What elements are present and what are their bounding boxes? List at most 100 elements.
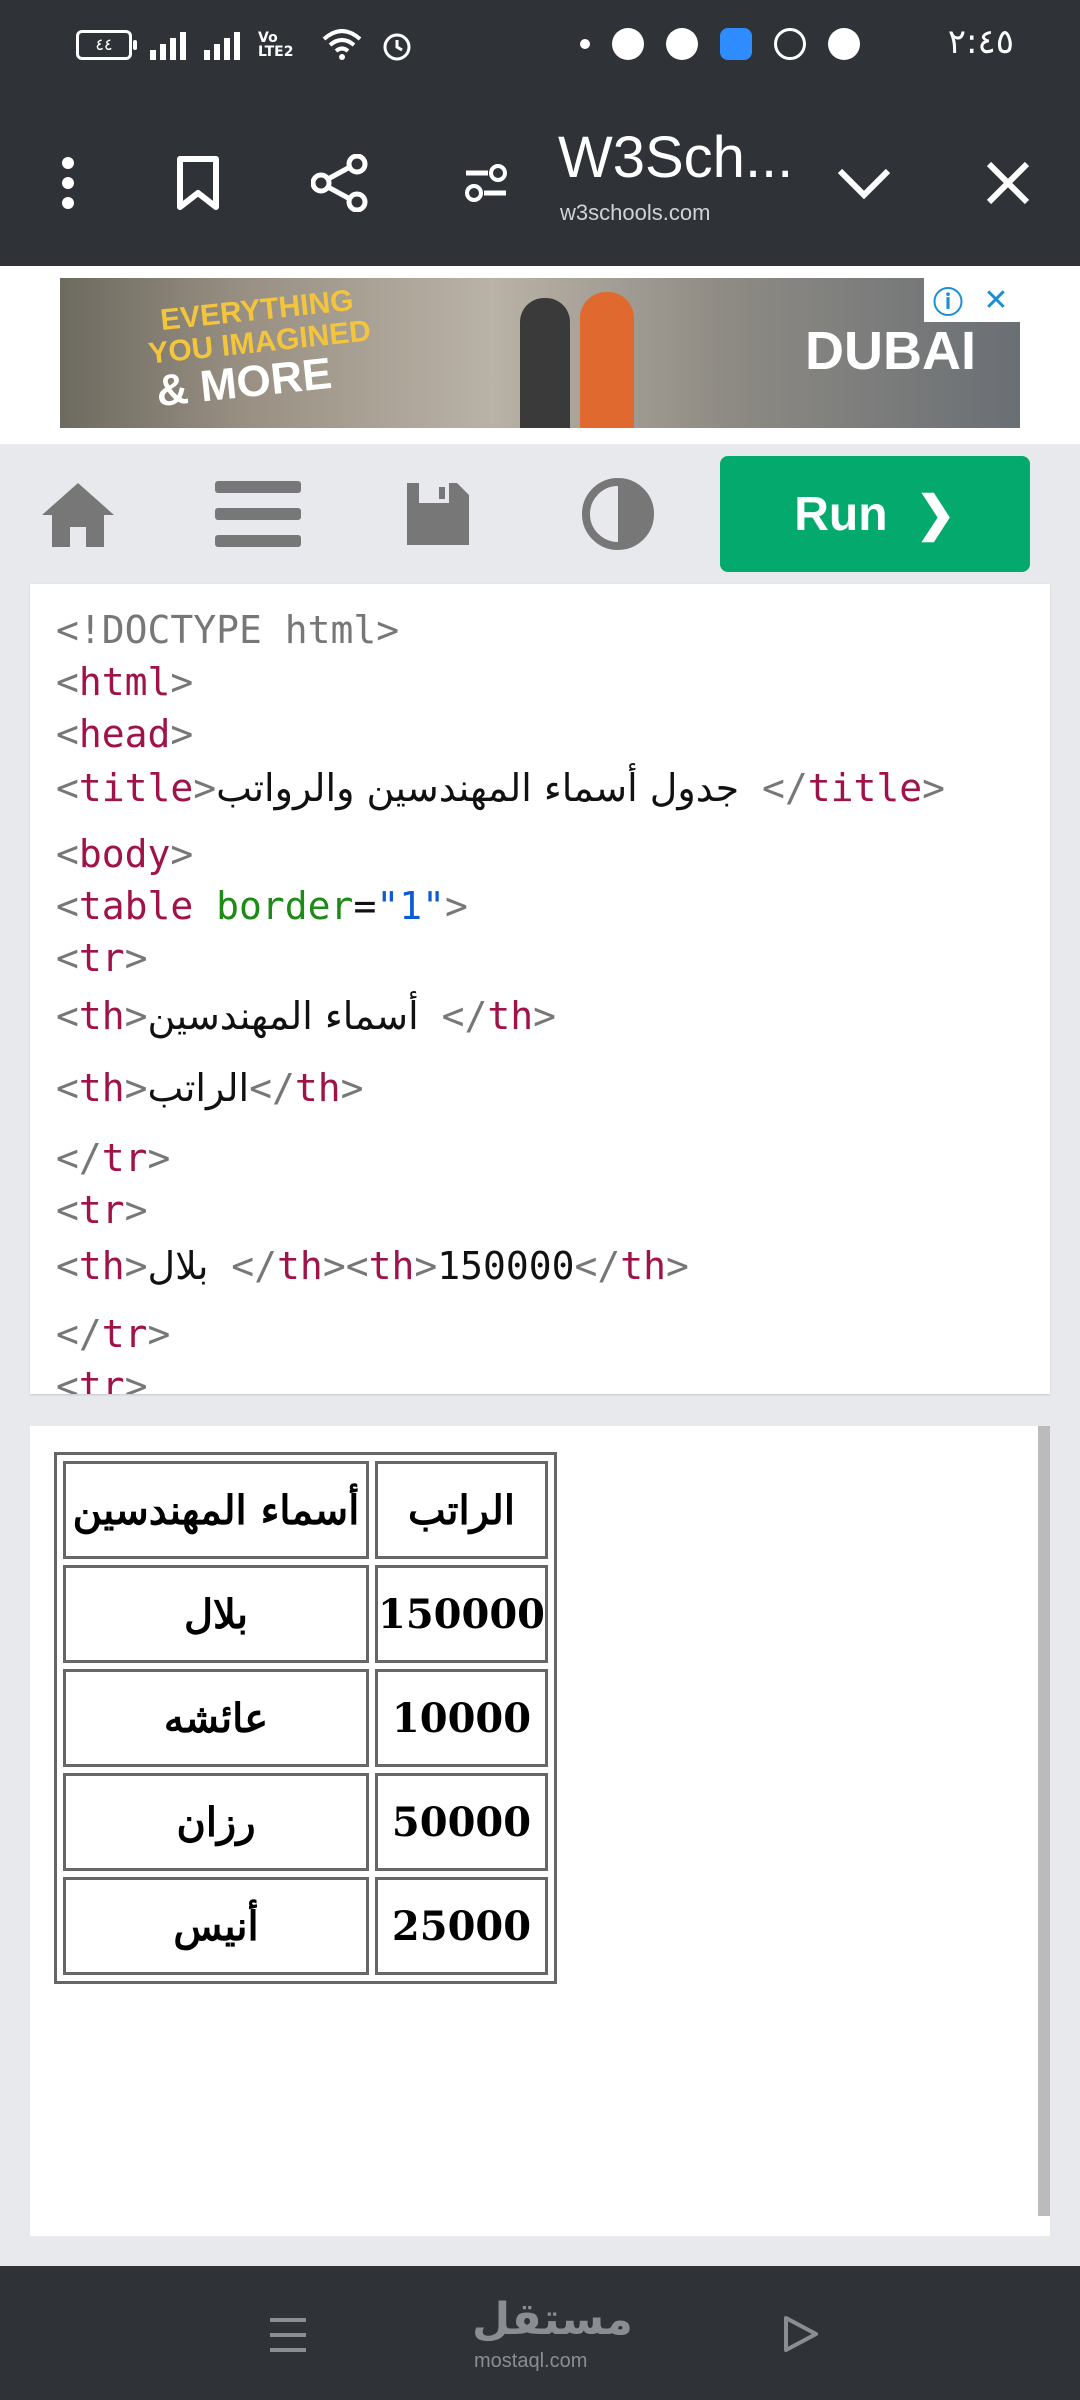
scrollbar[interactable] — [1038, 1426, 1050, 2216]
theme-toggle-icon[interactable] — [570, 472, 666, 556]
chat-icon — [828, 28, 860, 60]
bookmark-icon[interactable] — [166, 151, 230, 215]
app-notification-icon — [666, 28, 698, 60]
code-line: <th>بلال </th><th>150000</th> — [56, 1244, 689, 1288]
watermark-logo: مستقل — [472, 2294, 633, 2345]
code-tag: head — [78, 712, 171, 756]
notification-icons — [580, 28, 860, 60]
code-tag: th — [294, 1066, 341, 1110]
table-cell: عائشه — [63, 1669, 369, 1767]
code-line: <body> — [56, 832, 194, 876]
table-header: الراتب — [375, 1461, 548, 1559]
recent-apps-icon[interactable] — [268, 2316, 308, 2354]
code-tag: tr — [78, 1364, 125, 1394]
code-line: <html> — [56, 660, 194, 704]
table-cell: أنيس — [63, 1877, 369, 1975]
code-line: </tr> — [56, 1136, 171, 1180]
code-line: <tr> — [56, 1364, 148, 1394]
code-tag: th — [78, 1066, 125, 1110]
share-icon[interactable] — [308, 151, 372, 215]
ad-close-icon[interactable]: ✕ — [972, 278, 1020, 322]
pinterest-icon — [612, 28, 644, 60]
run-button[interactable]: Run ❯ — [720, 456, 1030, 572]
table-cell: 50000 — [375, 1773, 548, 1871]
ad-container: EVERYTHING YOU IMAGINED & MORE DUBAI ⓘ ✕ — [0, 266, 1080, 444]
table-header: أسماء المهندسين — [63, 1461, 369, 1559]
code-text: جدول أسماء المهندسين والرواتب — [216, 766, 740, 810]
code-tag: tr — [78, 1188, 125, 1232]
code-tag: tr — [101, 1312, 148, 1356]
page-title[interactable]: W3Sch... — [558, 124, 793, 191]
watermark-url: mostaql.com — [474, 2350, 588, 2372]
code-tag: th — [78, 1244, 125, 1288]
doctype: <!DOCTYPE html> — [56, 608, 400, 652]
code-tag: tr — [78, 936, 125, 980]
menu-icon[interactable] — [210, 472, 306, 556]
code-value: "1" — [376, 884, 445, 928]
home-icon[interactable] — [30, 472, 126, 556]
signal-2-icon — [204, 30, 240, 60]
ad-person-figure — [580, 292, 634, 428]
battery-icon: ٤٤ — [76, 30, 137, 60]
code-tag: title — [78, 766, 194, 810]
app-blue-icon — [720, 28, 752, 60]
table-header-row: أسماء المهندسين الراتب — [63, 1461, 548, 1559]
code-line: <!DOCTYPE html> — [56, 608, 399, 652]
table-cell: 10000 — [375, 1669, 548, 1767]
table-row: رزان 50000 — [63, 1773, 548, 1871]
code-text: 150000 — [437, 1244, 575, 1288]
table-cell: رزان — [63, 1773, 369, 1871]
table-row: بلال 150000 — [63, 1565, 548, 1663]
ad-person-figure — [520, 298, 570, 428]
code-tag: body — [78, 832, 171, 876]
system-nav-bar: مستقل mostaql.com — [0, 2266, 1080, 2400]
wifi-icon — [322, 29, 362, 60]
page-url[interactable]: w3schools.com — [560, 200, 710, 226]
ad-brand: DUBAI — [805, 321, 976, 381]
code-tag: html — [78, 660, 171, 704]
status-left-icons: ٤٤ Vo LTE2 — [76, 28, 414, 62]
code-line: <th>الراتب</th> — [56, 1066, 364, 1110]
run-label: Run — [794, 487, 888, 541]
alarm-icon — [383, 33, 411, 61]
code-line: <th>أسماء المهندسين </th> — [56, 994, 557, 1038]
notification-dot-icon — [580, 39, 590, 49]
battery-level: ٤٤ — [95, 35, 113, 54]
ad-banner[interactable]: EVERYTHING YOU IMAGINED & MORE DUBAI ⓘ ✕ — [60, 278, 1020, 428]
status-time: ٢:٤٥ — [947, 22, 1014, 62]
editor-toolbar: Run ❯ — [0, 444, 1080, 584]
code-tag: tr — [101, 1136, 148, 1180]
code-line: <title>جدول أسماء المهندسين والرواتب </t… — [56, 766, 946, 810]
table-cell: بلال — [63, 1565, 369, 1663]
code-tag: table — [78, 884, 194, 928]
chevron-down-icon[interactable] — [832, 151, 896, 215]
code-editor[interactable]: <!DOCTYPE html> <html> <head> <title>جدو… — [30, 584, 1050, 1394]
volte-label: Vo LTE2 — [258, 30, 294, 60]
code-line: <tr> — [56, 1188, 148, 1232]
code-text: الراتب — [147, 1066, 250, 1110]
code-tag: th — [620, 1244, 667, 1288]
code-tag: title — [807, 766, 923, 810]
close-icon[interactable] — [976, 151, 1040, 215]
status-bar: ٤٤ Vo LTE2 ٢:٤٥ — [0, 0, 1080, 96]
code-tag: th — [78, 994, 125, 1038]
table-cell: 25000 — [375, 1877, 548, 1975]
signal-icon — [150, 30, 186, 60]
site-settings-icon[interactable] — [454, 151, 518, 215]
code-tag: th — [487, 994, 534, 1038]
code-line: <table border="1"> — [56, 884, 468, 928]
table-row: أنيس 25000 — [63, 1877, 548, 1975]
code-text: أسماء المهندسين — [147, 994, 419, 1038]
result-panel[interactable]: أسماء المهندسين الراتب بلال 150000 عائشه… — [30, 1426, 1050, 2236]
back-icon[interactable] — [780, 2314, 820, 2354]
save-icon[interactable] — [390, 472, 486, 556]
more-options-icon[interactable] — [36, 151, 100, 215]
code-tag: th — [277, 1244, 323, 1288]
code-line: <head> — [56, 712, 194, 756]
info-icon[interactable]: ⓘ — [924, 278, 972, 322]
browser-toolbar: W3Sch... w3schools.com — [0, 96, 1080, 266]
table-row: عائشه 10000 — [63, 1669, 548, 1767]
code-attr: border — [216, 884, 354, 928]
ad-choices: ⓘ ✕ — [924, 278, 1020, 322]
code-tag: th — [368, 1244, 415, 1288]
